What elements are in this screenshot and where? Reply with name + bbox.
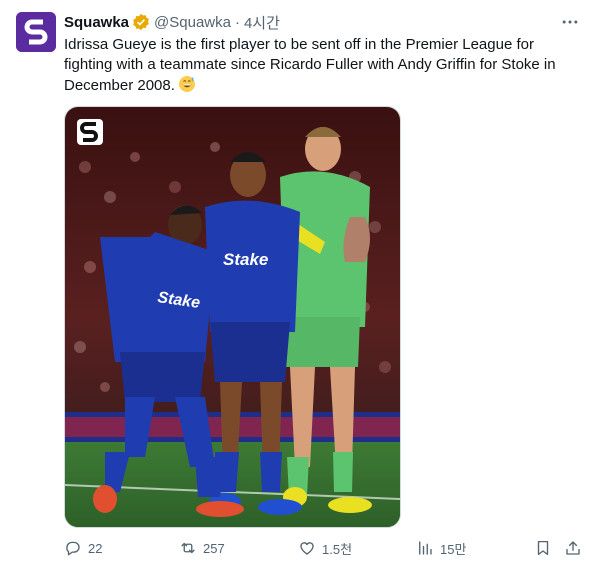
jersey-sponsor-center: Stake [223,250,268,269]
heart-icon [300,542,314,555]
like-button[interactable]: 1.5천 [298,539,352,558]
reply-button[interactable]: 22 [64,539,102,557]
tweet-photo[interactable]: Stake Stake [64,106,401,528]
more-options-icon[interactable] [558,10,582,34]
bookmark-icon [537,540,549,556]
football-photo: Stake Stake [65,107,400,527]
tweet-time[interactable]: 4시간 [244,12,280,33]
squawka-avatar[interactable] [16,12,56,52]
views-chart-icon [419,541,432,555]
like-count: 1.5천 [322,541,353,557]
bookmark-button[interactable] [534,539,552,557]
views-button[interactable]: 15만 [416,539,466,558]
tweet-text-block: Idrissa Gueye is the first player to be … [64,35,584,96]
author-name[interactable]: Squawka [64,14,129,31]
verified-badge-icon [132,13,150,31]
view-count: 15만 [440,541,467,557]
share-button[interactable] [564,539,582,557]
tweet-actions: 22 257 1.5천 15만 [64,536,584,560]
author-handle[interactable]: @Squawka [154,14,231,31]
tweet-header: Squawka @Squawka · 4시간 [64,12,280,32]
reply-icon [66,541,80,556]
tweet-text: Idrissa Gueye is the first player to be … [64,36,556,94]
separator-dot: · [234,13,240,31]
retweet-count: 257 [203,540,225,556]
reply-count: 22 [88,540,103,556]
grinning-sweat-emoji-icon [178,75,196,93]
tweet[interactable]: Squawka @Squawka · 4시간 Idrissa Gueye is … [0,0,598,570]
squawka-watermark-icon [77,119,103,145]
retweet-button[interactable]: 257 [179,539,225,557]
squawka-logo-icon [16,12,56,52]
share-icon [566,541,580,555]
retweet-icon [181,542,195,554]
